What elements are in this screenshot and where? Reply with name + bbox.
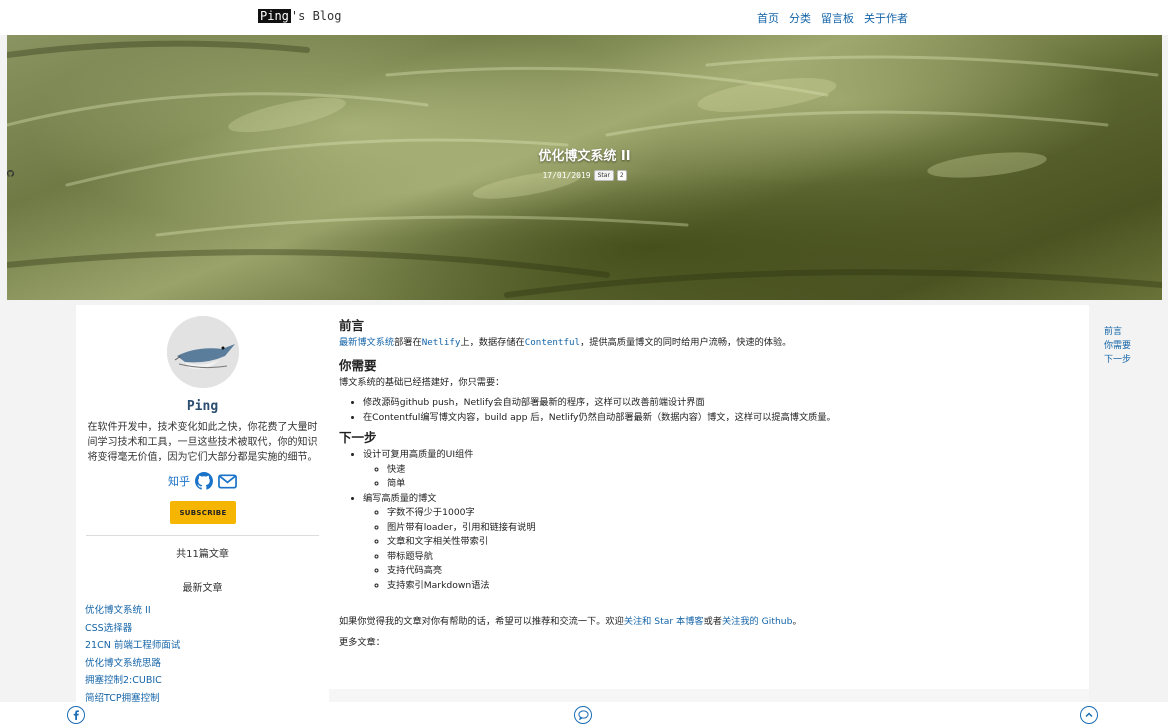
list-item: 修改源码github push，Netlify会自动部署最新的程序，这样可以改善… bbox=[363, 396, 1079, 411]
mail-icon[interactable] bbox=[218, 473, 237, 489]
list-item: 支持索引Markdown语法 bbox=[387, 579, 1079, 594]
article-body: 前言 最新博文系统部署在Netlify上，数据存储在Contentful，提供高… bbox=[329, 305, 1089, 689]
zhihu-link[interactable]: 知乎 bbox=[168, 473, 190, 489]
table-of-contents: 前言 你需要 下一步 bbox=[1104, 325, 1131, 367]
post-date: 17/01/2019 bbox=[542, 171, 591, 180]
toc-item-need[interactable]: 你需要 bbox=[1104, 339, 1131, 353]
top-navbar: Ping's Blog 首页 分类 留言板 关于作者 bbox=[0, 0, 1168, 35]
netlify-link[interactable]: Netlify bbox=[422, 337, 461, 348]
author-sidebar: Ping 在软件开发中，技术变化如此之快，你花费了大量时间学习技术和工具，一旦这… bbox=[76, 305, 329, 704]
article-count: 共11篇文章 bbox=[176, 549, 229, 560]
list-item: 文章和文字相关性带索引 bbox=[387, 535, 1079, 550]
next-list: 设计可复用高质量的UI组件 快速 简单 编写高质量的博文 字数不得少于1000字… bbox=[363, 448, 1079, 593]
subscribe-button[interactable]: SUBSCRIBE bbox=[170, 501, 236, 524]
hero-banner: 优化博文系统 II 17/01/2019 Star 2 bbox=[7, 35, 1162, 300]
arrow-up-icon bbox=[1085, 712, 1093, 718]
nav-categories[interactable]: 分类 bbox=[789, 10, 811, 26]
avatar bbox=[167, 316, 239, 388]
list-item: 编写高质量的博文 字数不得少于1000字 图片带有loader，引用和链接有说明… bbox=[363, 492, 1079, 594]
list-item[interactable]: 优化博文系统 II bbox=[85, 602, 180, 620]
post-title: 优化博文系统 II bbox=[538, 149, 631, 164]
list-item: 支持代码高亮 bbox=[387, 564, 1079, 579]
comment-icon bbox=[577, 710, 589, 720]
list-item: 快速 bbox=[387, 463, 1079, 478]
nav-home[interactable]: 首页 bbox=[757, 10, 779, 26]
list-item: 简单 bbox=[387, 477, 1079, 492]
blog-brand[interactable]: Ping's Blog bbox=[258, 9, 341, 23]
list-item: 设计可复用高质量的UI组件 快速 简单 bbox=[363, 448, 1079, 492]
list-item[interactable]: CSS选择器 bbox=[85, 620, 180, 638]
need-list: 修改源码github push，Netlify会自动部署最新的程序，这样可以改善… bbox=[363, 396, 1079, 425]
list-item[interactable]: 21CN 前端工程师面试 bbox=[85, 637, 180, 655]
bottom-action-bar bbox=[0, 702, 1168, 727]
recent-posts-list: 优化博文系统 II CSS选择器 21CN 前端工程师面试 优化博文系统思路 拥… bbox=[85, 602, 180, 708]
toc-item-preface[interactable]: 前言 bbox=[1104, 325, 1131, 339]
contentful-link[interactable]: Contentful bbox=[525, 337, 580, 348]
section-heading-preface: 前言 bbox=[339, 318, 365, 333]
sidebar-divider bbox=[86, 535, 319, 536]
section-heading-next: 下一步 bbox=[339, 430, 377, 445]
wheat-field-image bbox=[7, 40, 1162, 298]
back-to-top-button[interactable] bbox=[1080, 706, 1098, 724]
social-links: 知乎 bbox=[76, 472, 329, 490]
github-icon bbox=[7, 170, 14, 177]
nav-about[interactable]: 关于作者 bbox=[864, 10, 908, 26]
toc-item-next[interactable]: 下一步 bbox=[1104, 353, 1131, 367]
github-star-button[interactable]: Star bbox=[7, 170, 614, 181]
comment-button[interactable] bbox=[574, 706, 592, 724]
list-item[interactable]: 拥塞控制2:CUBIC bbox=[85, 672, 180, 690]
github-follow-link[interactable]: 关注我的 Github bbox=[722, 616, 792, 627]
github-icon[interactable] bbox=[195, 472, 213, 490]
star-count[interactable]: 2 bbox=[616, 170, 627, 181]
list-item: 带标题导航 bbox=[387, 550, 1079, 565]
list-item: 在Contentful编写博文内容，build app 后，Netlify仍然自… bbox=[363, 411, 1079, 426]
list-item[interactable]: 优化博文系统思路 bbox=[85, 655, 180, 673]
list-item: 字数不得少于1000字 bbox=[387, 506, 1079, 521]
section-heading-need: 你需要 bbox=[339, 357, 377, 373]
star-blog-link[interactable]: 关注和 Star 本博客 bbox=[624, 616, 704, 627]
more-articles-area bbox=[329, 689, 1089, 702]
closing-paragraph: 如果你觉得我的文章对你有帮助的话，希望可以推荐和交流一下。欢迎关注和 Star … bbox=[339, 616, 802, 627]
more-articles-label: 更多文章： bbox=[339, 636, 385, 648]
author-name[interactable]: Ping bbox=[76, 399, 329, 414]
need-intro: 博文系统的基础已经搭建好，你只需要： bbox=[339, 376, 505, 388]
post-meta: 17/01/2019 Star 2 bbox=[7, 170, 1162, 181]
blog-system-link[interactable]: 最新博文系统 bbox=[339, 337, 394, 348]
nav-guestbook[interactable]: 留言板 bbox=[821, 10, 854, 26]
preface-paragraph: 最新博文系统部署在Netlify上，数据存储在Contentful，提供高质量博… bbox=[339, 337, 792, 348]
recent-posts-heading: 最新文章 bbox=[182, 583, 223, 594]
facebook-share-button[interactable] bbox=[67, 706, 85, 724]
author-bio: 在软件开发中，技术变化如此之快，你花费了大量时间学习技术和工具，一旦这些技术被取… bbox=[87, 422, 318, 463]
main-nav: 首页 分类 留言板 关于作者 bbox=[757, 10, 908, 26]
facebook-icon bbox=[73, 710, 79, 720]
list-item: 图片带有loader，引用和链接有说明 bbox=[387, 521, 1079, 536]
